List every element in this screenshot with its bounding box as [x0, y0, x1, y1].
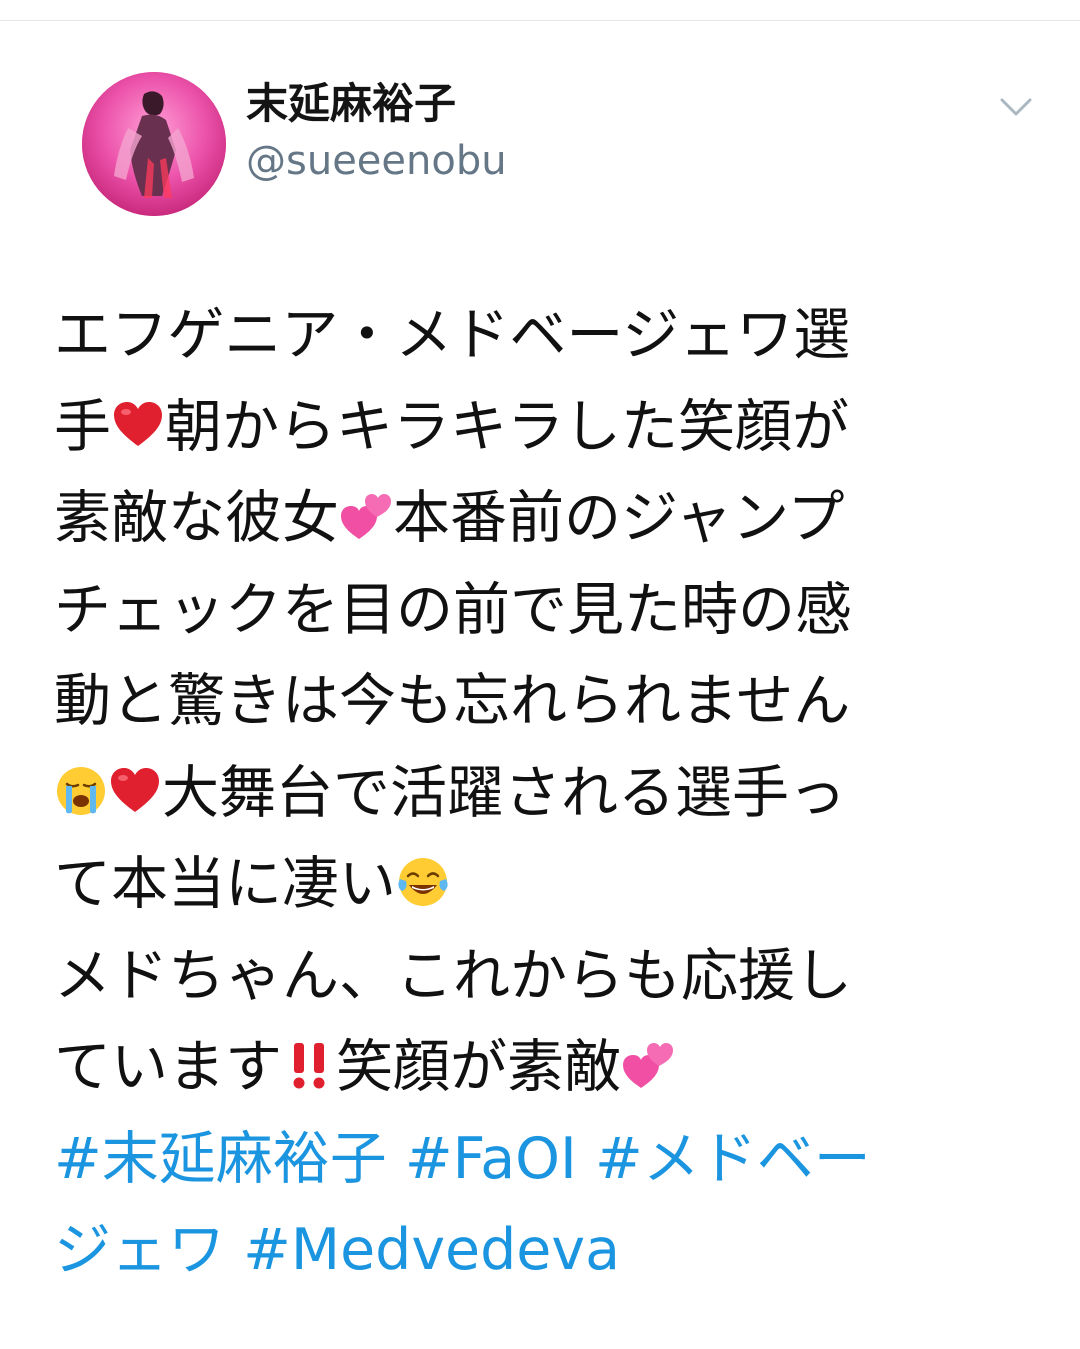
- text-segment: て: [54, 1034, 111, 1100]
- avatar[interactable]: [82, 72, 226, 216]
- chevron-down-icon[interactable]: [996, 90, 1036, 126]
- face-with-tears-of-joy-icon: [396, 855, 450, 909]
- hashtag-line: ジェワ #Medvedeva: [54, 1205, 1024, 1297]
- double-exclamation-icon: [282, 1038, 336, 1092]
- red-heart-icon: [111, 398, 165, 452]
- text-segment: チェックを目の前で見た時の感: [54, 576, 852, 643]
- two-hearts-icon: [621, 1038, 675, 1092]
- loudly-crying-face-icon: [54, 764, 108, 818]
- text-line: 動と驚きは今も忘れられません: [54, 656, 1024, 748]
- avatar-image: [82, 72, 226, 216]
- text-segment: て本当に凄い: [54, 851, 396, 917]
- text-line: チェックを目の前で見た時の感: [54, 565, 1024, 657]
- text-line: 素敵な彼女 本番前のジャンプ: [54, 473, 1024, 565]
- text-segment: エフゲニア・メドベージェワ選: [54, 302, 851, 368]
- text-line: ています 笑顔が素敵: [54, 1022, 1024, 1114]
- hashtag-link[interactable]: #メドベー: [595, 1126, 871, 1192]
- text-segment: 本番前のジャンプ: [393, 485, 845, 551]
- text-line: 大舞台で活躍される選手っ: [54, 748, 1024, 840]
- display-name[interactable]: 末延麻裕子: [246, 78, 456, 130]
- text-segment: 笑顔が素敵: [336, 1034, 621, 1100]
- user-handle[interactable]: @sueeenobu: [246, 136, 507, 186]
- hashtag-link[interactable]: #FaOI: [405, 1126, 577, 1192]
- text-segment: 大舞台で活躍される選手っ: [162, 759, 846, 826]
- hashtag-link[interactable]: #Medvedeva: [243, 1217, 620, 1283]
- red-heart-icon: [108, 764, 162, 818]
- two-hearts-icon: [339, 489, 393, 543]
- text-line: て本当に凄い: [54, 839, 1024, 931]
- text-line: メドちゃん、これからも応援し: [54, 931, 1024, 1023]
- text-segment: メドちゃん、これからも応援し: [54, 942, 852, 1009]
- hashtag-line: #末延麻裕子 #FaOI #メドベー: [54, 1114, 1024, 1206]
- tweet-text: エフゲニア・メドベージェワ選 手朝からキラキラした笑顔が 素敵な彼女 本番前のジャ…: [54, 290, 1024, 1297]
- text-line: エフゲニア・メドベージェワ選: [54, 290, 1024, 382]
- tweet-header: 末延麻裕子 @sueeenobu: [0, 0, 1080, 250]
- text-segment: 素敵な彼女: [54, 485, 339, 551]
- text-segment: 手: [54, 393, 111, 460]
- text-segment: 朝からキラキラした笑顔が: [165, 393, 849, 460]
- text-segment: 動と驚きは今も忘れられません: [54, 668, 851, 734]
- hashtag-link[interactable]: #末延麻裕子: [54, 1126, 387, 1192]
- hashtag-link[interactable]: ジェワ: [54, 1217, 225, 1283]
- text-segment: います: [111, 1034, 282, 1100]
- text-line: 手朝からキラキラした笑顔が: [54, 382, 1024, 474]
